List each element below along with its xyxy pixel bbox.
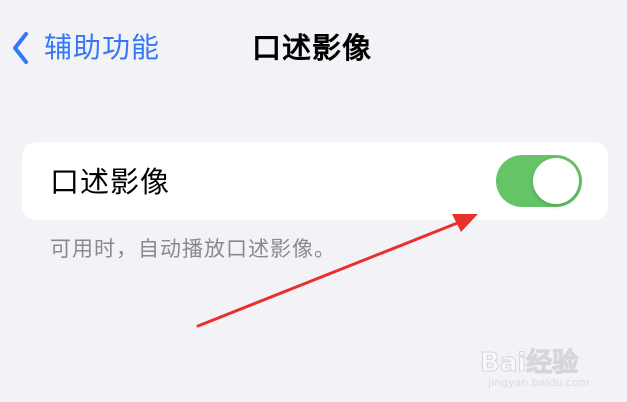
footnote-text: 可用时，自动播放口述影像。 [50,237,336,261]
audio-description-label: 口述影像 [50,165,171,199]
back-button[interactable]: 辅助功能 [10,28,160,68]
page-title: 口述影像 [252,31,373,65]
screen: 辅助功能 口述影像 口述影像 可用时，自动播放口述影像。 Bai经验 jingy… [0,0,627,402]
navigation-bar: 辅助功能 口述影像 [0,0,627,96]
settings-card: 口述影像 [22,142,608,220]
back-label[interactable]: 辅助功能 [44,30,160,66]
watermark-brand: Bai经验 [479,348,579,379]
toggle-knob [533,158,579,204]
watermark-url: jingyan.baidu.com [488,376,590,389]
chevron-left-icon [13,32,28,64]
audio-description-toggle[interactable] [496,155,582,207]
watermark-logo: Bai经验 jingyan.baidu.com [479,340,620,396]
